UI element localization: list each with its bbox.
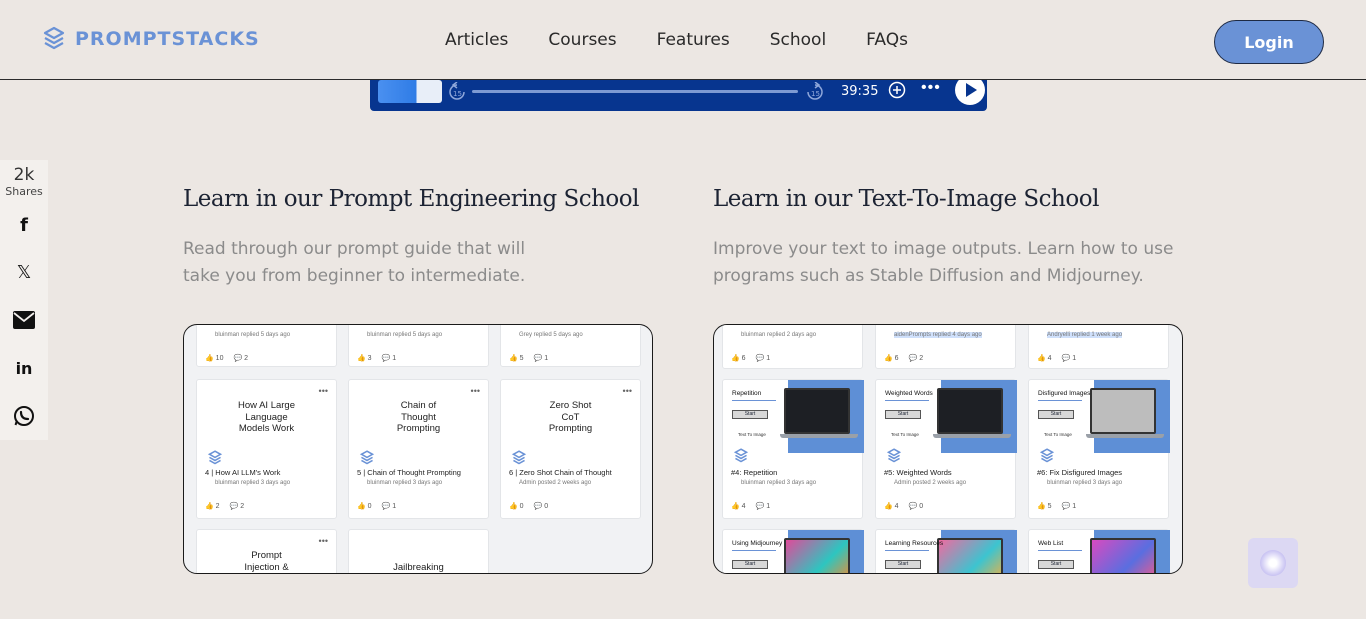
site-header: PROMPTSTACKS Articles Courses Features S… — [0, 0, 1366, 80]
nav-courses[interactable]: Courses — [548, 30, 616, 50]
nav-features[interactable]: Features — [657, 30, 730, 50]
prompt-school-section: Learn in our Prompt Engineering School R… — [183, 186, 653, 290]
text-to-image-section: Learn in our Text-To-Image School Improv… — [713, 186, 1183, 290]
course-thumbnail: Disfigured Images Start Text To Image — [1034, 380, 1170, 453]
stack-icon — [886, 448, 902, 463]
share-sidebar: 2k Shares f 𝕏 in — [0, 160, 48, 440]
course-card[interactable]: Weighted Words Start Text To Image #5: W… — [875, 379, 1017, 519]
nav-faqs[interactable]: FAQs — [866, 30, 908, 50]
player-time: 39:35 — [841, 84, 879, 99]
share-count: 2k Shares — [0, 160, 48, 198]
login-button[interactable]: Login — [1214, 20, 1324, 64]
stack-icon — [207, 450, 223, 465]
svg-text:15: 15 — [811, 90, 820, 98]
course-thumbnail: Using Midjourney Start — [728, 530, 864, 573]
course-card[interactable]: bluinman replied 5 days ago 👍 3 💬 1 — [348, 325, 489, 367]
text-to-image-title: Learn in our Text-To-Image School — [713, 186, 1099, 212]
course-card[interactable]: Learning Resources Start — [875, 529, 1017, 573]
stack-logo-icon — [43, 26, 65, 50]
share-count-number: 2k — [13, 165, 35, 185]
rewind-15-icon[interactable]: 15 — [448, 82, 466, 102]
text-to-image-description: Improve your text to image outputs. Lear… — [713, 239, 1174, 286]
svg-text:15: 15 — [453, 90, 462, 98]
course-card[interactable]: Andryelli replied 1 week ago 👍 4 💬 1 — [1028, 325, 1169, 369]
course-card[interactable]: ••• Chain of Thought Prompting 5 | Chain o… — [348, 379, 489, 519]
x-twitter-icon[interactable]: 𝕏 — [12, 260, 36, 284]
course-thumbnail: Learning Resources Start — [881, 530, 1017, 573]
facebook-icon[interactable]: f — [12, 213, 36, 237]
linkedin-icon[interactable]: in — [12, 356, 36, 380]
course-thumbnail: Weighted Words Start Text To Image — [881, 380, 1017, 453]
chat-widget-button[interactable] — [1248, 538, 1298, 588]
email-icon[interactable] — [12, 308, 36, 332]
course-card[interactable]: Disfigured Images Start Text To Image #6… — [1028, 379, 1170, 519]
course-card[interactable]: Web List Start — [1028, 529, 1170, 573]
course-card[interactable]: bluinman replied 5 days ago 👍 10 💬 2 — [196, 325, 337, 367]
main-nav: Articles Courses Features School FAQs — [445, 30, 908, 50]
course-thumbnail: Repetition Start Text To Image — [728, 380, 864, 453]
more-options-icon[interactable]: ••• — [921, 79, 941, 97]
stack-icon — [359, 450, 375, 465]
course-card[interactable]: ••• Prompt Injection & — [196, 529, 337, 573]
course-card[interactable]: Jailbreaking — [348, 529, 489, 573]
prompt-school-preview[interactable]: bluinman replied 5 days ago 👍 10 💬 2 blui… — [183, 324, 653, 574]
stack-icon — [1039, 448, 1055, 463]
progress-track[interactable] — [472, 90, 798, 93]
text-to-image-preview[interactable]: bluinman replied 2 days ago 👍 6 💬 1 aiden… — [713, 324, 1183, 574]
player-thumbnail — [378, 80, 442, 103]
forward-15-icon[interactable]: 15 — [806, 82, 824, 102]
stack-icon — [511, 450, 527, 465]
prompt-school-title: Learn in our Prompt Engineering School — [183, 186, 639, 212]
stack-icon — [733, 448, 749, 463]
nav-school[interactable]: School — [770, 30, 826, 50]
chat-orb-icon — [1260, 550, 1286, 576]
course-card[interactable]: ••• How AI Large Language Models Work 4 | … — [196, 379, 337, 519]
course-card[interactable]: Repetition Start Text To Image #4: Repet… — [722, 379, 864, 519]
course-card[interactable]: Using Midjourney Start — [722, 529, 864, 573]
course-thumbnail: Web List Start — [1034, 530, 1170, 573]
prompt-school-description: Read through our prompt guide that will t… — [183, 239, 526, 286]
add-circle-icon[interactable] — [888, 81, 906, 99]
course-card[interactable]: ••• Zero Shot CoT Prompting 6 | Zero Shot … — [500, 379, 641, 519]
course-card[interactable]: Grey replied 5 days ago 👍 5 💬 1 — [500, 325, 641, 367]
logo[interactable]: PROMPTSTACKS — [43, 26, 260, 52]
whatsapp-icon[interactable] — [12, 404, 36, 428]
nav-articles[interactable]: Articles — [445, 30, 508, 50]
course-card[interactable]: bluinman replied 2 days ago 👍 6 💬 1 — [722, 325, 863, 369]
course-card[interactable]: aidenPrompts replied 4 days ago 👍 6 💬 2 — [875, 325, 1016, 369]
logo-text: PROMPTSTACKS — [75, 28, 260, 50]
share-count-label: Shares — [5, 185, 43, 198]
